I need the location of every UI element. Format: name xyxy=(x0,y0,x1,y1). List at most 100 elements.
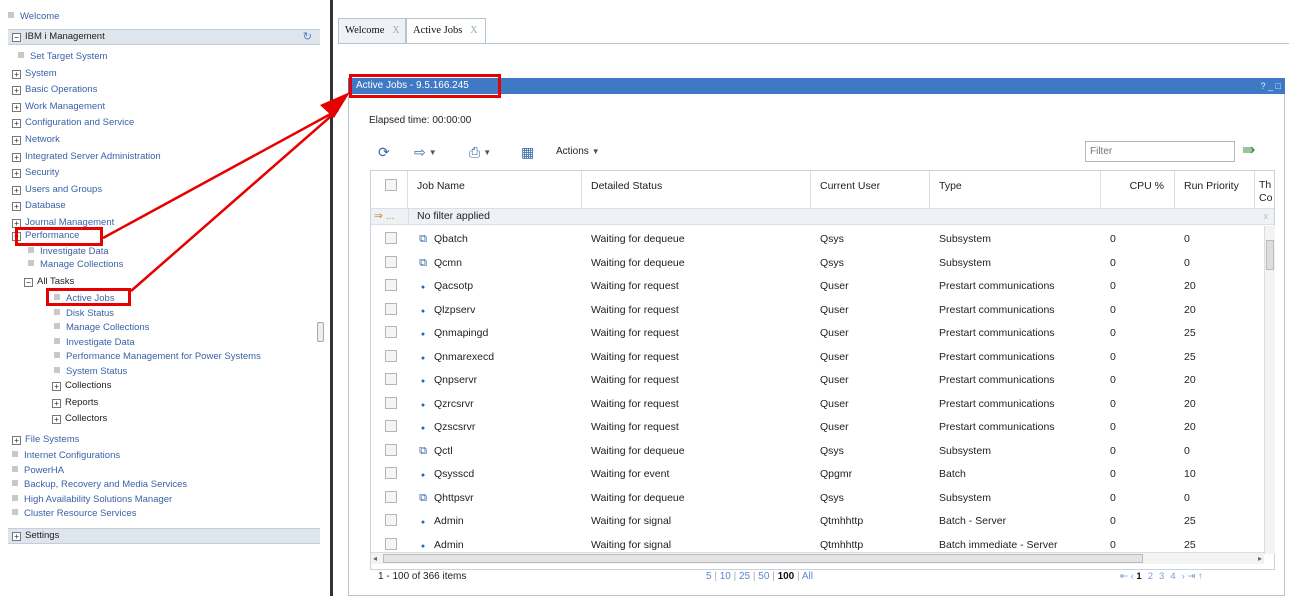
nav-item[interactable]: PowerHA xyxy=(12,464,64,478)
nav-item[interactable]: + Database xyxy=(12,199,66,213)
nav-item[interactable]: + Configuration and Service xyxy=(12,116,134,130)
close-tab-icon[interactable]: X xyxy=(392,25,399,36)
expand-icon[interactable]: + xyxy=(12,152,21,162)
page-size-option[interactable]: 50 xyxy=(758,571,769,582)
expand-icon[interactable]: + xyxy=(12,436,21,445)
table-row[interactable]: ● Qzscsrvr Waiting for request Quser Prestar… xyxy=(371,414,1266,438)
row-checkbox[interactable] xyxy=(385,302,397,315)
scroll-top-icon[interactable]: ↑ xyxy=(1198,571,1203,582)
job-name-link[interactable]: Qctl xyxy=(434,445,453,457)
columns-button[interactable]: ▦ xyxy=(521,140,534,164)
splitter-grip[interactable] xyxy=(317,322,324,342)
page-number[interactable]: 3 xyxy=(1159,571,1164,582)
nav-item[interactable]: + Basic Operations xyxy=(12,83,97,97)
collapse-icon[interactable]: − xyxy=(12,33,21,42)
row-checkbox[interactable] xyxy=(385,396,397,409)
row-checkbox[interactable] xyxy=(385,420,397,432)
column-header-run-priority[interactable]: Run Priority xyxy=(1175,171,1255,209)
row-checkbox[interactable] xyxy=(385,373,397,385)
select-all-checkbox[interactable] xyxy=(385,179,397,191)
nav-item[interactable]: + Integrated Server Administration xyxy=(12,150,161,164)
apply-filter-icon[interactable]: ⇛ xyxy=(1242,140,1255,160)
job-name-link[interactable]: Qnmarexecd xyxy=(434,351,494,363)
expand-icon[interactable]: + xyxy=(12,69,21,79)
job-name-link[interactable]: Qnmapingd xyxy=(434,327,488,339)
page-number[interactable]: 1 xyxy=(1136,571,1141,582)
actions-menu[interactable]: Actions ▼ xyxy=(556,146,600,157)
vertical-scrollbar[interactable] xyxy=(1264,226,1275,554)
job-name-link[interactable]: Admin xyxy=(434,539,464,551)
scroll-thumb[interactable] xyxy=(383,554,1143,563)
nav-group[interactable]: + Collectors xyxy=(52,412,107,426)
expand-icon[interactable]: + xyxy=(12,136,21,145)
nav-item[interactable]: High Availability Solutions Manager xyxy=(12,493,172,507)
last-page-icon[interactable]: ⇥ xyxy=(1187,571,1198,582)
nav-item[interactable]: System Status xyxy=(54,365,127,379)
nav-item[interactable]: Cluster Resource Services xyxy=(12,507,136,521)
filter-input[interactable] xyxy=(1085,141,1235,162)
job-name-link[interactable]: Qcmn xyxy=(434,257,462,269)
table-row[interactable]: ● Qsysscd Waiting for event Qpgmr Batch 0 10 xyxy=(371,461,1266,485)
filter-options-icon[interactable]: ⇒ ... xyxy=(374,209,394,224)
page-size-option[interactable]: 25 xyxy=(739,571,750,582)
row-checkbox[interactable] xyxy=(385,514,397,526)
expand-icon[interactable]: + xyxy=(12,202,21,212)
row-checkbox[interactable] xyxy=(385,326,397,338)
nav-section-ibm-i-management[interactable]: − IBM i Management ↻ xyxy=(8,29,320,45)
nav-item[interactable]: + System xyxy=(12,67,57,81)
row-checkbox[interactable] xyxy=(385,537,397,550)
nav-item[interactable]: Manage Collections xyxy=(28,258,123,272)
row-checkbox[interactable] xyxy=(385,490,397,503)
page-size-option[interactable]: 10 xyxy=(720,571,731,582)
splitter[interactable] xyxy=(330,0,333,596)
nav-section-settings[interactable]: + Settings xyxy=(8,528,320,544)
expand-icon[interactable]: + xyxy=(52,382,61,391)
tab-welcome[interactable]: Welcome X xyxy=(338,18,406,43)
column-header-cpu[interactable]: CPU % xyxy=(1101,171,1175,209)
refresh-button[interactable]: ⟳ xyxy=(378,140,390,164)
print-button[interactable]: ⎙ ▼ xyxy=(469,140,491,164)
column-header-threads[interactable]: Th Co xyxy=(1255,171,1274,209)
job-name-link[interactable]: Qzrcsrvr xyxy=(434,398,474,410)
window-controls[interactable]: ? _ □ xyxy=(1261,78,1281,94)
job-name-link[interactable]: Qsysscd xyxy=(434,468,474,480)
expand-icon[interactable]: + xyxy=(52,415,61,424)
nav-group[interactable]: + Reports xyxy=(52,396,98,410)
nav-item[interactable]: Internet Configurations xyxy=(12,449,120,463)
expand-icon[interactable]: + xyxy=(12,169,21,179)
row-checkbox[interactable] xyxy=(385,255,397,268)
select-all-header[interactable] xyxy=(371,171,408,209)
row-checkbox[interactable] xyxy=(385,467,397,479)
row-checkbox[interactable] xyxy=(385,279,397,291)
nav-item[interactable]: Investigate Data xyxy=(54,336,135,350)
column-header-type[interactable]: Type xyxy=(930,171,1101,209)
refresh-icon[interactable]: ↻ xyxy=(303,30,312,44)
page-size-option[interactable]: 100 xyxy=(778,571,795,582)
nav-item-all-tasks[interactable]: − All Tasks xyxy=(24,275,74,289)
nav-item[interactable]: Set Target System xyxy=(18,50,107,64)
job-name-link[interactable]: Qacsotp xyxy=(434,280,473,292)
first-page-icon[interactable]: ⇤ xyxy=(1120,571,1131,582)
clear-filter-icon[interactable]: x xyxy=(1264,209,1269,224)
nav-item[interactable]: + File Systems xyxy=(12,433,79,447)
column-header-job-name[interactable]: Job Name xyxy=(408,171,582,209)
nav-item[interactable]: + Network xyxy=(12,133,60,147)
job-name-link[interactable]: Admin xyxy=(434,515,464,527)
scroll-right-icon[interactable]: ▸ xyxy=(1258,553,1262,564)
job-name-link[interactable]: Qhttpsvr xyxy=(434,492,474,504)
expand-icon[interactable]: + xyxy=(52,398,61,408)
job-name-link[interactable]: Qlzpserv xyxy=(434,304,475,316)
table-row[interactable]: ● Qnmapingd Waiting for request Quser Presta… xyxy=(371,320,1266,344)
collapse-icon[interactable]: − xyxy=(24,278,33,287)
table-row[interactable]: ⧉ Qcmn Waiting for dequeue Qsys Subsystem 0 0 xyxy=(371,250,1266,273)
expand-icon[interactable]: + xyxy=(12,102,21,112)
nav-group[interactable]: + Collections xyxy=(52,379,111,393)
expand-icon[interactable]: + xyxy=(12,532,21,541)
row-checkbox[interactable] xyxy=(385,232,397,244)
nav-item[interactable]: + Users and Groups xyxy=(12,183,102,197)
table-row[interactable]: ● Qlzpserv Waiting for request Quser Prestar… xyxy=(371,297,1266,320)
table-row[interactable]: ⧉ Qctl Waiting for dequeue Qsys Subsystem 0 0 xyxy=(371,438,1266,461)
export-button[interactable]: ⇨ ▼ xyxy=(414,140,437,164)
nav-item[interactable]: + Security xyxy=(12,166,59,180)
table-row[interactable]: ⧉ Qhttpsvr Waiting for dequeue Qsys Subsyste… xyxy=(371,485,1266,508)
